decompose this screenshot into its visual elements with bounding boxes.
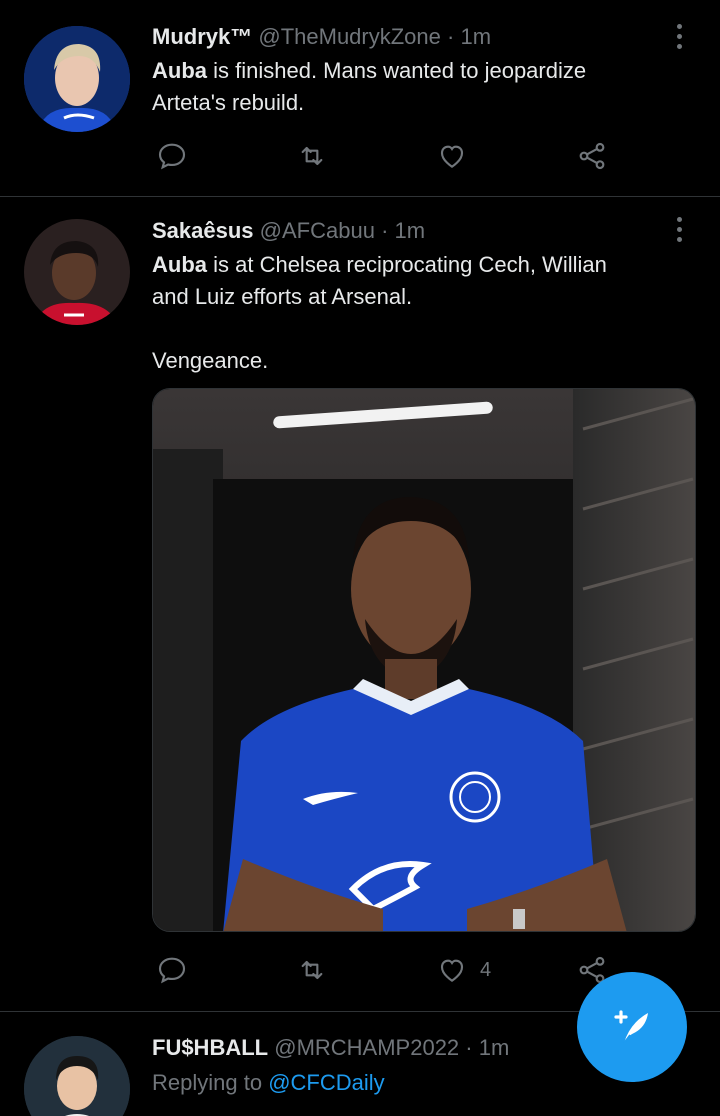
like-button[interactable]: 4 — [436, 950, 491, 990]
retweet-button[interactable] — [296, 136, 328, 176]
like-button[interactable] — [436, 136, 480, 176]
tweet-text: Auba is finished. Mans wanted to jeopard… — [152, 55, 692, 119]
avatar-image — [24, 26, 130, 132]
compose-tweet-button[interactable] — [577, 972, 687, 1082]
retweet-button[interactable] — [296, 950, 328, 990]
retweet-icon — [301, 146, 323, 166]
separator: · — [381, 218, 389, 243]
like-icon — [440, 145, 464, 168]
compose-tweet-icon — [614, 1010, 648, 1044]
tweet-header: FU$HBALL @MRCHAMP2022 · 1m — [152, 1033, 509, 1063]
share-button[interactable] — [576, 136, 608, 176]
tweet-2[interactable]: Sakaêsus @AFCabuu · 1m Auba is at Chelse… — [0, 197, 720, 1012]
replying-to-label: Replying to — [152, 1070, 263, 1095]
tweet-header: Mudryk™ @TheMudrykZone · 1m — [152, 22, 491, 52]
timestamp[interactable]: 1m — [395, 218, 426, 243]
tweet-text-rest: is at Chelsea reciprocating Cech, Willia… — [152, 252, 607, 373]
user-handle[interactable]: @AFCabuu — [260, 218, 375, 243]
separator: · — [447, 24, 455, 49]
avatar[interactable] — [24, 219, 130, 325]
reply-button[interactable] — [156, 950, 188, 990]
avatar-image — [24, 219, 130, 325]
retweet-icon — [301, 960, 323, 980]
tweet-media-image[interactable] — [152, 388, 696, 932]
separator: · — [465, 1035, 473, 1060]
display-name[interactable]: Sakaêsus — [152, 218, 254, 243]
tweet-1[interactable]: Mudryk™ @TheMudrykZone · 1m Auba is fini… — [0, 0, 720, 197]
action-bar: 4 — [152, 950, 632, 990]
avatar[interactable] — [24, 26, 130, 132]
player-photo — [153, 389, 695, 931]
timestamp[interactable]: 1m — [460, 24, 491, 49]
replying-to: Replying to @CFCDaily — [152, 1068, 385, 1098]
more-icon[interactable] — [664, 214, 694, 244]
user-handle[interactable]: @MRCHAMP2022 — [274, 1035, 459, 1060]
tweet-header: Sakaêsus @AFCabuu · 1m — [152, 216, 425, 246]
tweet-text-rest: is finished. Mans wanted to jeopardize A… — [152, 58, 587, 115]
action-bar — [152, 136, 632, 176]
timestamp[interactable]: 1m — [479, 1035, 510, 1060]
display-name[interactable]: FU$HBALL — [152, 1035, 268, 1060]
share-icon — [579, 142, 605, 170]
avatar[interactable] — [24, 1036, 130, 1116]
more-icon[interactable] — [664, 21, 694, 51]
user-handle[interactable]: @TheMudrykZone — [258, 24, 441, 49]
reply-icon — [158, 957, 186, 984]
tweet-text: Auba is at Chelsea reciprocating Cech, W… — [152, 249, 692, 377]
avatar-image — [24, 1036, 130, 1116]
reply-icon — [158, 143, 186, 170]
bold-lead: Auba — [152, 58, 207, 83]
reply-button[interactable] — [156, 136, 188, 176]
like-count: 4 — [480, 958, 492, 981]
bold-lead: Auba — [152, 252, 207, 277]
like-icon — [440, 959, 464, 982]
replying-to-handle[interactable]: @CFCDaily — [268, 1070, 384, 1095]
display-name[interactable]: Mudryk™ — [152, 24, 252, 49]
